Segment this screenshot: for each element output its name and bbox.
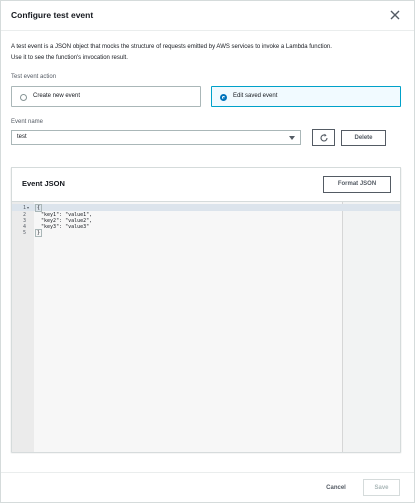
active-line-highlight	[12, 204, 400, 211]
save-button[interactable]: Save	[363, 479, 400, 496]
delete-button[interactable]: Delete	[341, 130, 386, 146]
refresh-icon	[320, 133, 328, 142]
event-name-label: Event name	[11, 119, 44, 125]
refresh-button[interactable]	[312, 129, 335, 146]
line-number: 1	[22, 205, 26, 211]
description-line-2: Use it to see the function's invocation …	[11, 55, 128, 61]
radio-icon	[20, 94, 27, 101]
create-new-event-label: Create new event	[33, 93, 81, 99]
code-line-text: {	[35, 204, 43, 212]
create-new-event-option[interactable]: Create new event	[11, 86, 201, 107]
json-editor[interactable]: 1 2 3 4 5 ▾ { "key1": "value1", "key2": …	[12, 201, 400, 452]
test-event-action-label: Test event action	[11, 74, 57, 80]
event-json-title: Event JSON	[22, 179, 65, 188]
modal-title: Configure test event	[11, 10, 94, 20]
code-line-1: {	[35, 204, 43, 212]
caret-down-icon	[289, 136, 295, 140]
line-number: 5	[22, 230, 26, 236]
configure-test-event-modal: Configure test event A test event is a J…	[0, 0, 415, 503]
editor-right-area	[343, 202, 400, 452]
event-json-panel: Event JSON Format JSON 1 2 3 4 5 ▾ { "ke…	[11, 167, 401, 452]
cancel-button[interactable]: Cancel	[319, 481, 353, 495]
event-name-value: test	[17, 134, 27, 140]
description-line-1: A test event is a JSON object that mocks…	[11, 44, 332, 50]
close-icon[interactable]	[390, 10, 400, 20]
edit-saved-event-label: Edit saved event	[233, 93, 278, 99]
format-json-button[interactable]: Format JSON	[323, 176, 391, 193]
code-line-4: "key3": "value3"	[35, 224, 90, 230]
modal-description: A test event is a JSON object that mocks…	[11, 42, 406, 64]
radio-selected-icon	[220, 94, 227, 101]
edit-saved-event-option[interactable]: Edit saved event	[211, 86, 401, 107]
code-line-text: }	[35, 229, 43, 237]
fold-arrow-icon[interactable]: ▾	[27, 205, 29, 210]
modal-header: Configure test event	[1, 1, 414, 31]
editor-code-area	[34, 202, 342, 452]
editor-gutter	[12, 202, 34, 452]
code-line-5: }	[35, 229, 43, 237]
event-name-select[interactable]: test	[11, 130, 301, 145]
